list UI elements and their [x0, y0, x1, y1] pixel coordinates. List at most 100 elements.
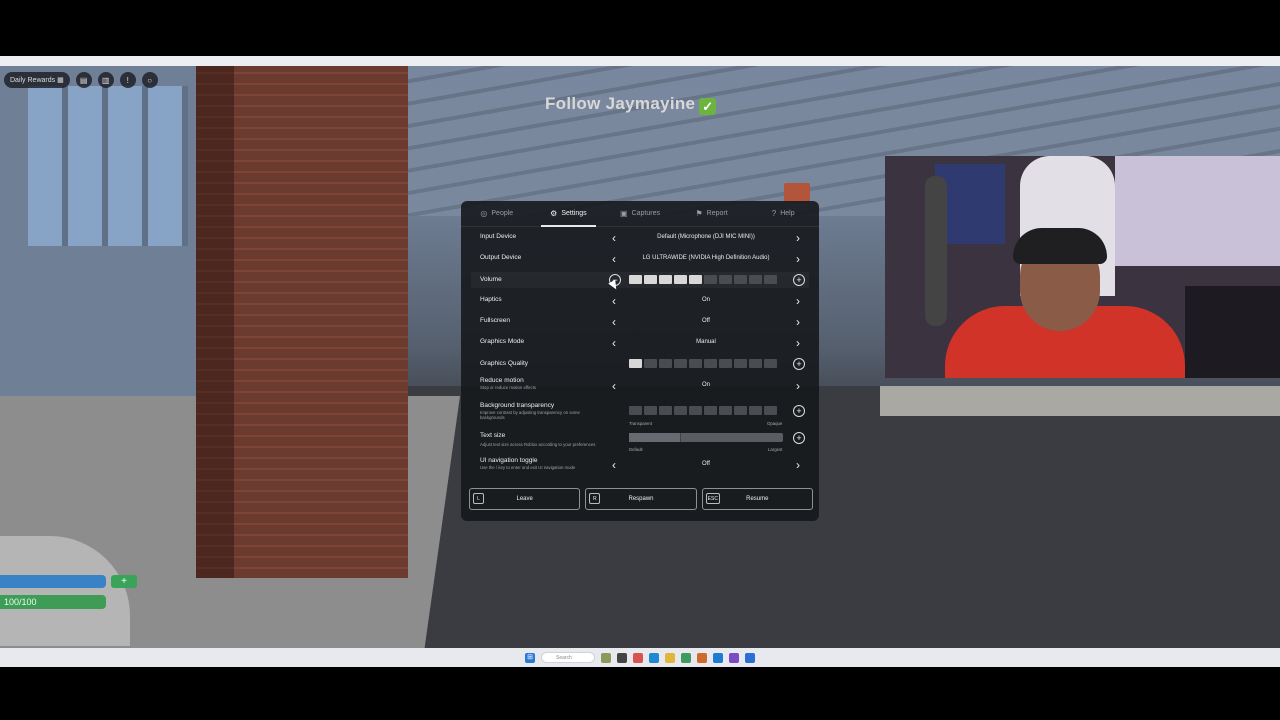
windows-start-icon[interactable]: ⊞: [525, 652, 535, 663]
chevron-left-icon[interactable]: ‹: [608, 232, 620, 244]
tab-captures[interactable]: ▣ Captures: [604, 201, 676, 226]
level-segment[interactable]: [659, 275, 672, 284]
level-segment[interactable]: [659, 359, 672, 368]
daily-rewards-button[interactable]: Daily Rewards ▦: [4, 72, 70, 88]
tab-settings[interactable]: ⚙ Settings: [533, 201, 605, 227]
chevron-left-icon[interactable]: ‹: [608, 253, 620, 265]
chevron-right-icon[interactable]: ›: [792, 295, 804, 307]
level-segment[interactable]: [734, 275, 747, 284]
setting-ui-navigation-toggle: UI navigation toggle Use the \ key to en…: [471, 457, 809, 475]
chevron-left-icon[interactable]: ‹: [608, 337, 620, 349]
chevron-right-icon[interactable]: ›: [792, 316, 804, 328]
setting-label: UI navigation toggle: [480, 457, 538, 464]
chevron-left-icon[interactable]: ‹: [608, 316, 620, 328]
setting-label: Input Device: [480, 233, 517, 240]
resume-button[interactable]: ESC Resume: [701, 488, 813, 510]
folder-icon[interactable]: [665, 652, 675, 663]
app-icon[interactable]: [729, 652, 739, 663]
level-segment[interactable]: [674, 359, 687, 368]
level-segment[interactable]: [734, 406, 747, 415]
plus-icon[interactable]: +: [793, 432, 805, 444]
settings-icon[interactable]: ○: [141, 72, 158, 88]
info-icon[interactable]: !: [119, 72, 136, 88]
plus-icon[interactable]: +: [793, 358, 805, 370]
tab-people[interactable]: ◎ People: [461, 201, 533, 226]
level-segment[interactable]: [749, 275, 762, 284]
chevron-right-icon[interactable]: ›: [792, 380, 804, 392]
tab-report[interactable]: ⚑ Report: [676, 201, 748, 226]
key-hint: ESC: [705, 493, 720, 504]
level-segment[interactable]: [719, 406, 732, 415]
taskbar-search[interactable]: Search: [541, 652, 595, 663]
tab-help[interactable]: ? Help: [747, 201, 819, 226]
level-segment[interactable]: [689, 275, 702, 284]
widgets-icon[interactable]: [601, 652, 611, 663]
flag-icon: ⚑: [695, 209, 703, 218]
level-segment[interactable]: [719, 275, 732, 284]
text-size-slider[interactable]: [629, 433, 783, 442]
level-segment[interactable]: [659, 406, 672, 415]
setting-reduce-motion: Reduce motion Stop or reduce motion effe…: [471, 377, 809, 395]
mail-icon[interactable]: [713, 652, 723, 663]
shop-sign: [784, 183, 810, 203]
level-segment[interactable]: [629, 275, 642, 284]
level-segment[interactable]: [749, 359, 762, 368]
respawn-button[interactable]: R Respawn: [585, 488, 697, 510]
leave-button[interactable]: L Leave: [469, 488, 581, 510]
app-icon[interactable]: [617, 652, 627, 663]
level-segment[interactable]: [689, 359, 702, 368]
setting-input-device: Input Device ‹ Default (Microphone (DJI …: [471, 231, 809, 245]
chevron-right-icon[interactable]: ›: [792, 232, 804, 244]
chevron-right-icon[interactable]: ›: [792, 337, 804, 349]
button-label: Resume: [746, 496, 769, 502]
stamina-bar: [0, 575, 106, 588]
tab-label: People: [491, 210, 514, 217]
chevron-left-icon[interactable]: ‹: [608, 459, 620, 471]
level-segment[interactable]: [704, 275, 717, 284]
level-segment[interactable]: [644, 359, 657, 368]
chevron-right-icon[interactable]: ›: [792, 253, 804, 265]
level-segment[interactable]: [704, 359, 717, 368]
level-segment[interactable]: [764, 275, 777, 284]
setting-haptics: Haptics ‹ On ›: [471, 294, 809, 308]
level-segment[interactable]: [674, 275, 687, 284]
app-icon[interactable]: [681, 652, 691, 663]
plus-icon[interactable]: +: [793, 274, 805, 286]
edge-icon[interactable]: [649, 652, 659, 663]
plus-icon[interactable]: +: [793, 405, 805, 417]
gear-icon: ⚙: [550, 209, 558, 218]
level-segment[interactable]: [629, 406, 642, 415]
transparency-max-label: Opaque: [767, 421, 783, 426]
health-text: 100/100: [4, 597, 37, 607]
level-segment[interactable]: [629, 359, 642, 368]
level-segment[interactable]: [719, 359, 732, 368]
app-icon[interactable]: [697, 652, 707, 663]
chat-icon[interactable]: ▥: [97, 72, 114, 88]
add-button[interactable]: +: [111, 575, 137, 588]
level-segment[interactable]: [644, 406, 657, 415]
level-segment[interactable]: [734, 359, 747, 368]
setting-output-device: Output Device ‹ LG ULTRAWIDE (NVIDIA Hig…: [471, 252, 809, 266]
level-segment[interactable]: [749, 406, 762, 415]
app-icon[interactable]: [633, 652, 643, 663]
level-segment[interactable]: [689, 406, 702, 415]
level-segment[interactable]: [644, 275, 657, 284]
transparency-bar[interactable]: [629, 406, 777, 415]
volume-bar[interactable]: [629, 275, 777, 284]
graphics-quality-bar[interactable]: [629, 359, 777, 368]
level-segment[interactable]: [764, 406, 777, 415]
menu-icon[interactable]: ▤: [75, 72, 92, 88]
text-size-min-label: Default: [629, 447, 643, 452]
daily-rewards-label: Daily Rewards: [10, 76, 56, 84]
chevron-left-icon[interactable]: ‹: [608, 295, 620, 307]
tab-label: Settings: [561, 210, 587, 217]
help-icon: ?: [771, 209, 777, 218]
level-segment[interactable]: [674, 406, 687, 415]
setting-graphics-mode: Graphics Mode ‹ Manual ›: [471, 336, 809, 350]
chevron-left-icon[interactable]: ‹: [608, 380, 620, 392]
chevron-right-icon[interactable]: ›: [792, 459, 804, 471]
level-segment[interactable]: [704, 406, 717, 415]
level-segment[interactable]: [764, 359, 777, 368]
roblox-icon[interactable]: [745, 652, 755, 663]
letterbox-bottom: [0, 667, 1280, 720]
